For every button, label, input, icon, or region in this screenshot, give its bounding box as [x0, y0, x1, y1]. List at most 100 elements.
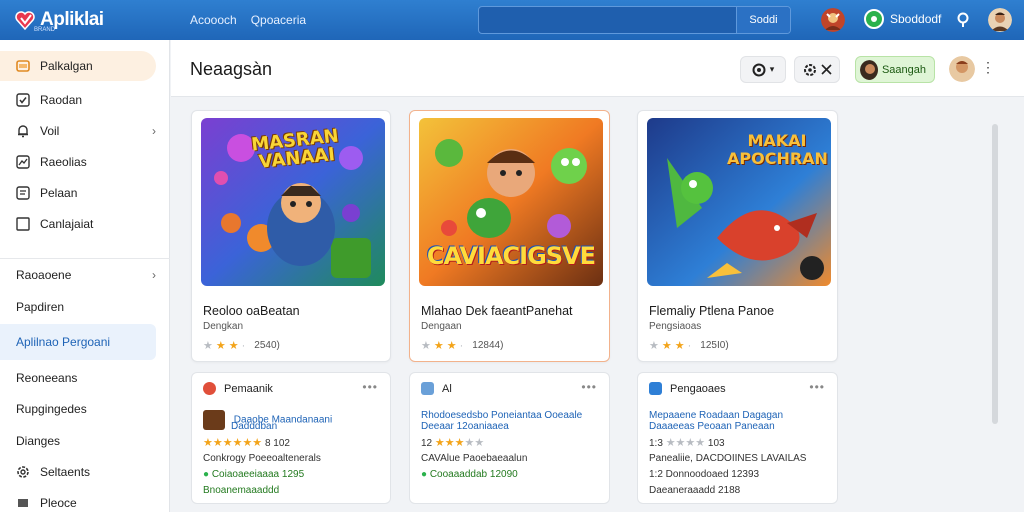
search-box: Soddi — [478, 6, 791, 34]
search-input[interactable] — [479, 7, 736, 33]
chevron-right-icon: › — [152, 268, 156, 282]
game-title: Mlahao Dek faeantPanehat — [421, 304, 573, 318]
detail-card-title: Al — [442, 382, 452, 395]
detail-rating-text: 1:3 — [649, 438, 663, 449]
rating-count: 12844) — [472, 340, 504, 351]
sidebar-item-label: Seltaents — [40, 465, 91, 479]
star-icon: ★ — [661, 340, 672, 352]
online-status-label: Sboddodf — [890, 12, 942, 26]
star-icon: · — [687, 339, 692, 352]
user-button-avatar — [860, 59, 878, 80]
star-icon: ★ — [421, 340, 431, 352]
sidebar-item-label: Aplilnao Pergoani — [16, 335, 111, 349]
game-card[interactable]: MASRAN VANAAI Reoloo oaBeatan Dengkan ★ … — [191, 110, 391, 362]
vertical-scrollbar[interactable] — [992, 124, 998, 424]
app-icon — [203, 382, 216, 395]
detail-status-text: Cooaaaddab 12090 — [429, 469, 518, 480]
game-developer: Dengkan — [203, 321, 244, 332]
detail-card[interactable]: Pengaoaes ••• Mepaaene Roadaan Dagagan D… — [637, 372, 838, 504]
detail-link[interactable]: Daaaeeas Peoaan Paneaan — [649, 421, 775, 432]
detail-link[interactable]: Rhodoesedsbo Poneiantaa Ooeaale — [421, 410, 582, 421]
game-card[interactable]: MAKAI APOCHRAN Flemaliy Ptlena Panoe Pen… — [637, 110, 838, 362]
sidebar-item-papdiren[interactable]: Papdiren — [0, 292, 156, 322]
sidebar-item-aplilnao-pergoani[interactable]: Aplilnao Pergoani — [0, 324, 156, 360]
game-developer: Dengaan — [421, 321, 462, 332]
detail-card-header: Pengaoaes — [649, 382, 726, 395]
detail-card[interactable]: Pemaanik ••• Daaobe Maandanaani Dadddban… — [191, 372, 391, 504]
online-status-icon — [864, 9, 884, 29]
detail-card-header: Al — [421, 382, 452, 395]
status-dot-icon: ● — [203, 469, 210, 480]
detail-link[interactable]: Deeaar 12oaniaaea — [421, 421, 509, 432]
sidebar-item-label: Raodan — [40, 93, 83, 107]
gear-icon — [16, 465, 30, 479]
view-toggle-button[interactable]: ▾ — [740, 56, 786, 83]
user-button[interactable]: Saangah — [855, 56, 935, 83]
location-pin-icon[interactable] — [952, 9, 974, 31]
sidebar-item-rupgingedes[interactable]: Rupgingedes — [0, 394, 156, 424]
star-icon: ★ — [215, 340, 226, 352]
top-bar: Apliklai BRAND Acoooch Qpoaceria Soddi S… — [0, 0, 1024, 40]
detail-link[interactable]: Dadddban — [231, 421, 277, 432]
check-icon — [16, 93, 30, 107]
game-rating: ★ ★ ★ · 2540) — [203, 339, 280, 353]
paint-icon — [16, 59, 30, 73]
sidebar-item-reoneeans[interactable]: Reoneeans — [0, 363, 156, 393]
sidebar-item-canlajaiat[interactable]: Canlajaiat — [0, 209, 156, 239]
search-button[interactable]: Soddi — [736, 7, 790, 33]
star-icon: · — [241, 339, 246, 352]
sidebar-item-pelaan[interactable]: Pelaan — [0, 178, 156, 208]
detail-rating: 1:3 ★★★★ 103 — [649, 436, 725, 449]
online-status[interactable]: Sboddodf — [864, 9, 941, 29]
game-rating: ★ ★ ★ · 125I0) — [649, 339, 729, 353]
detail-rating: ★★★★★★ 8 102 — [203, 436, 290, 449]
sidebar: Palkalgan Raodan Voil › Raeolias Pelaan … — [0, 40, 170, 512]
detail-footer: Daeaneraaadd 2188 — [649, 485, 741, 496]
profile-avatar[interactable] — [949, 56, 975, 82]
star-icon: · — [459, 339, 464, 352]
more-options-icon[interactable]: ••• — [362, 380, 378, 394]
sidebar-item-label: Dianges — [16, 434, 61, 448]
game-cover-image: MAKAI APOCHRAN — [647, 118, 831, 286]
detail-link[interactable]: Mepaaene Roadaan Dagagan — [649, 410, 783, 421]
top-link-1[interactable]: Acoooch — [190, 13, 237, 27]
detail-status: ● Coiaoaeeiaaaa 1295 — [203, 469, 304, 480]
user-avatar[interactable] — [988, 8, 1012, 32]
sidebar-item-label: Canlajaiat — [40, 217, 94, 231]
game-card[interactable]: CAVIACIGSVE Mlahao Dek faeantPanehat Den… — [409, 110, 610, 362]
chevron-down-icon: ▾ — [769, 64, 775, 74]
tools-icon — [820, 64, 832, 75]
sidebar-item-pleoce[interactable]: Pleoce — [0, 488, 156, 512]
star-icon: ★ — [433, 340, 444, 352]
rating-count: 125I0) — [700, 340, 729, 351]
sidebar-item-dianges[interactable]: Dianges — [0, 426, 156, 456]
sidebar-item-raodan[interactable]: Raodan — [0, 85, 156, 115]
cover-art-title: CAVIACIGSVE — [426, 242, 596, 270]
sidebar-item-raoaoene[interactable]: Raoaoene › — [0, 260, 156, 290]
more-options-icon[interactable]: ••• — [581, 380, 597, 394]
sidebar-item-label: Pelaan — [40, 186, 78, 200]
sidebar-item-settings[interactable]: Seltaents — [0, 457, 156, 487]
star-icon: ★★★ — [434, 437, 465, 449]
detail-card[interactable]: Al ••• Rhodoesedsbo Poneiantaa Ooeaale D… — [409, 372, 610, 504]
sidebar-item-label: Pleoce — [40, 496, 77, 510]
notification-avatar[interactable] — [821, 8, 845, 32]
star-icon: ★★ — [464, 437, 485, 449]
detail-rating-extra: 103 — [707, 438, 725, 449]
rating-count: 2540) — [254, 340, 280, 351]
sidebar-item-label: Raeolias — [40, 155, 87, 169]
settings-button[interactable] — [794, 56, 840, 83]
cover-art-title: MAKAI APOCHRAN — [727, 131, 828, 168]
game-title: Flemaliy Ptlena Panoe — [649, 304, 775, 318]
detail-rating-text: 12 — [421, 438, 433, 449]
square-icon — [16, 217, 30, 231]
detail-rating: 12 ★★★★★ — [421, 436, 484, 449]
sidebar-item-label: Voil — [40, 124, 60, 138]
more-options-icon[interactable]: ⋮ — [981, 59, 995, 76]
top-link-2[interactable]: Qpoaceria — [251, 13, 306, 27]
sidebar-item-raeolias[interactable]: Raeolias — [0, 147, 156, 177]
app-logo[interactable]: Apliklai BRAND — [14, 9, 164, 33]
sidebar-item-voil[interactable]: Voil › — [0, 116, 156, 146]
more-options-icon[interactable]: ••• — [809, 380, 825, 394]
sidebar-item-palkalgan[interactable]: Palkalgan — [0, 51, 156, 81]
